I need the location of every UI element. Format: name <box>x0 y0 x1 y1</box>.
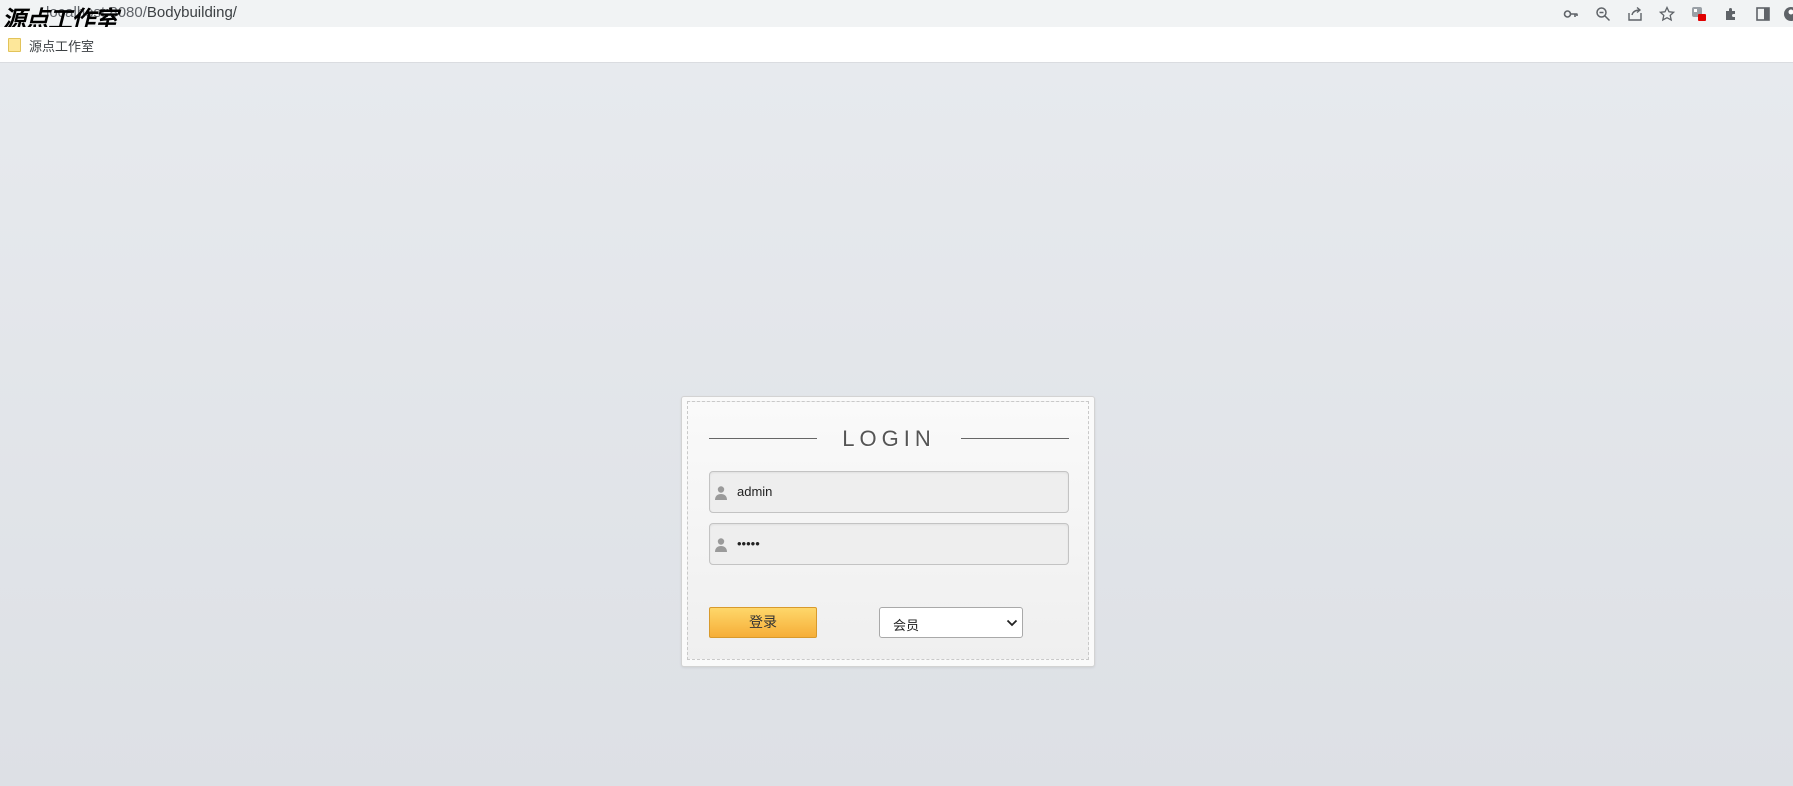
role-select[interactable]: 会员 <box>879 607 1023 638</box>
username-field[interactable]: admin <box>709 471 1069 513</box>
login-panel: LOGIN admin ••••• 登录 会员 <box>681 396 1095 667</box>
login-title: LOGIN <box>842 426 936 451</box>
folder-icon <box>8 38 21 52</box>
page-background: LOGIN admin ••••• 登录 会员 <box>0 63 1793 786</box>
side-panel-icon[interactable] <box>1753 4 1773 24</box>
profile-avatar-icon[interactable] <box>1783 4 1793 24</box>
login-form: LOGIN admin ••••• 登录 会员 <box>687 401 1089 660</box>
puzzle-icon[interactable] <box>1721 4 1741 24</box>
password-value: ••••• <box>737 536 760 551</box>
star-icon[interactable] <box>1657 4 1677 24</box>
url-path: Bodybuilding/ <box>146 4 237 21</box>
password-field[interactable]: ••••• <box>709 523 1069 565</box>
chevron-down-icon <box>1006 619 1018 627</box>
login-button[interactable]: 登录 <box>709 607 817 638</box>
bookmark-label: 源点工作室 <box>29 38 95 54</box>
user-icon <box>715 538 727 552</box>
extension-badge-icon[interactable] <box>1689 4 1709 24</box>
address-bar: localhost:8080/Bodybuilding/ 源点工作室 <box>0 0 1793 34</box>
share-icon[interactable] <box>1625 4 1645 24</box>
login-title-row: LOGIN <box>709 426 1069 451</box>
bookmark-item[interactable]: 源点工作室 <box>8 36 94 54</box>
key-icon[interactable] <box>1561 4 1581 24</box>
title-divider-right <box>961 438 1069 439</box>
user-icon <box>715 486 727 500</box>
role-selected-value: 会员 <box>893 618 920 633</box>
zoom-out-icon[interactable] <box>1593 4 1613 24</box>
bookmarks-bar: 源点工作室 <box>0 27 1793 63</box>
toolbar-icons <box>1549 4 1793 24</box>
username-value: admin <box>737 484 773 499</box>
